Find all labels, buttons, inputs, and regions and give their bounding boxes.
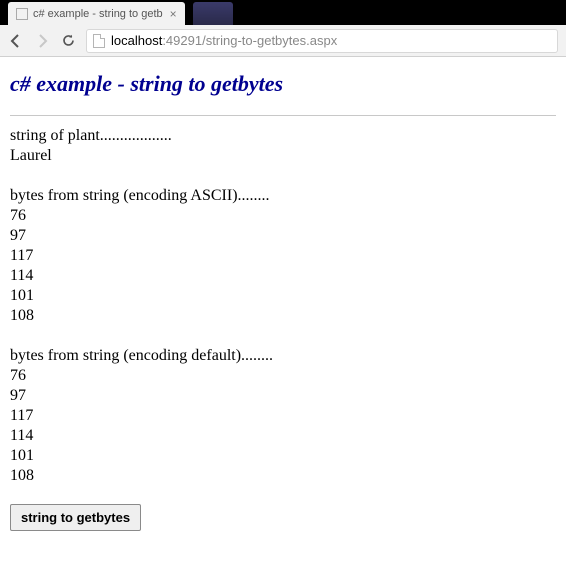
ascii-byte: 114	[10, 266, 556, 286]
ascii-byte: 108	[10, 306, 556, 326]
close-icon[interactable]: ×	[170, 7, 177, 21]
ascii-byte: 101	[10, 286, 556, 306]
string-label: string of plant..................	[10, 126, 556, 146]
ascii-byte: 117	[10, 246, 556, 266]
string-value: Laurel	[10, 146, 556, 166]
ascii-byte: 76	[10, 206, 556, 226]
default-byte: 101	[10, 446, 556, 466]
tab-title: c# example - string to getb	[33, 8, 163, 20]
ascii-byte: 97	[10, 226, 556, 246]
active-tab[interactable]: c# example - string to getb ×	[8, 2, 185, 25]
forward-icon[interactable]	[34, 33, 50, 49]
page-icon	[93, 34, 105, 48]
default-byte: 97	[10, 386, 556, 406]
page-content: c# example - string to getbytes string o…	[0, 57, 566, 545]
url-text: localhost:49291/string-to-getbytes.aspx	[111, 33, 337, 48]
browser-toolbar: localhost:49291/string-to-getbytes.aspx	[0, 25, 566, 57]
convert-button[interactable]: string to getbytes	[10, 504, 141, 531]
url-port: :49291	[162, 33, 202, 48]
default-byte: 114	[10, 426, 556, 446]
reload-icon[interactable]	[60, 33, 76, 49]
default-label: bytes from string (encoding default)....…	[10, 346, 556, 366]
divider	[10, 115, 556, 116]
document-icon	[16, 8, 28, 20]
url-path: /string-to-getbytes.aspx	[202, 33, 337, 48]
address-bar[interactable]: localhost:49291/string-to-getbytes.aspx	[86, 29, 558, 53]
default-byte: 76	[10, 366, 556, 386]
back-icon[interactable]	[8, 33, 24, 49]
new-tab-area[interactable]	[193, 2, 233, 25]
output-block: string of plant.................. Laurel…	[10, 126, 556, 486]
page-title: c# example - string to getbytes	[10, 71, 556, 97]
url-host: localhost	[111, 33, 162, 48]
default-byte: 108	[10, 466, 556, 486]
default-byte: 117	[10, 406, 556, 426]
ascii-label: bytes from string (encoding ASCII)......…	[10, 186, 556, 206]
browser-tab-strip: c# example - string to getb ×	[0, 0, 566, 25]
